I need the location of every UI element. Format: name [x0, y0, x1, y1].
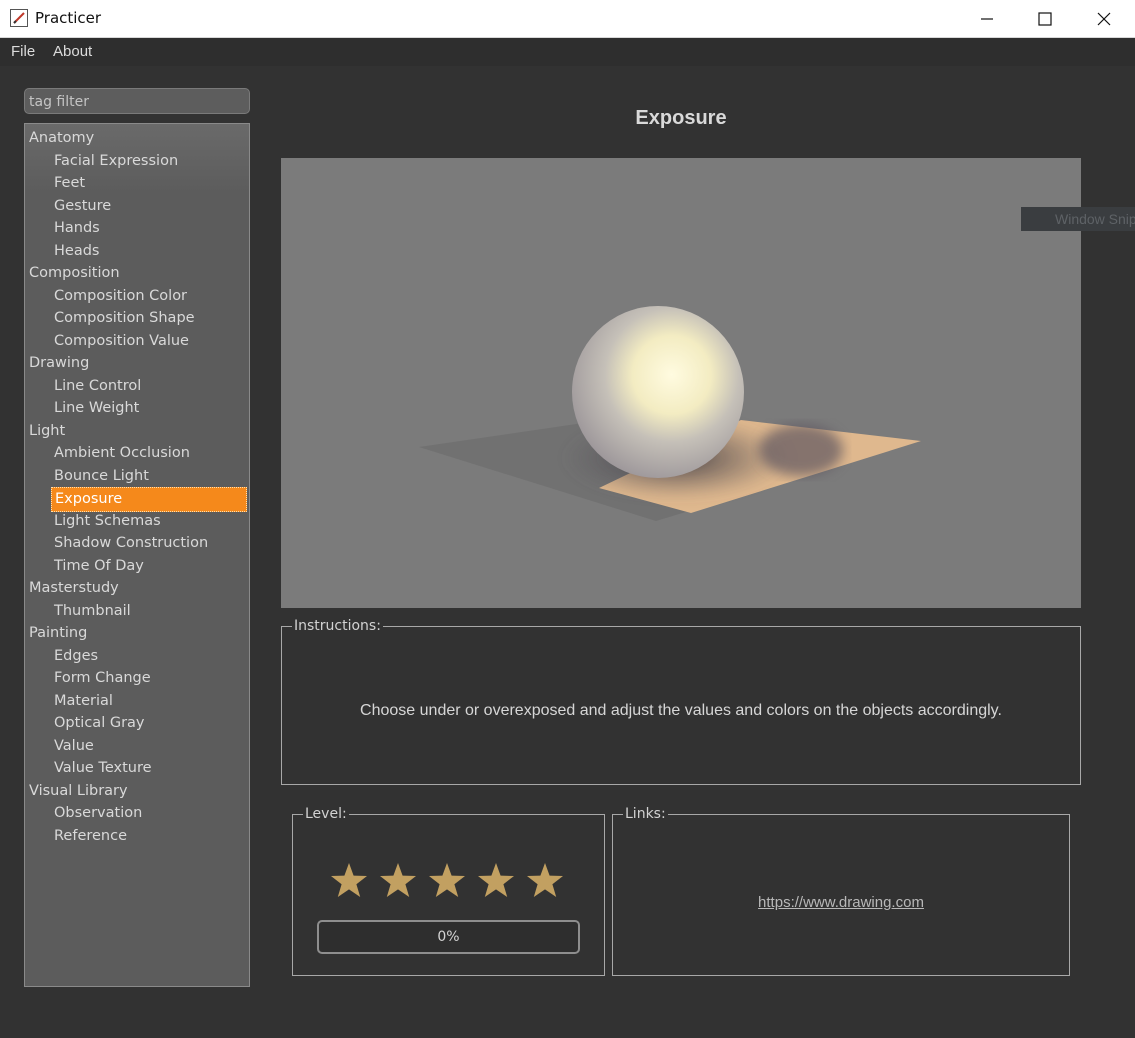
tree-item-label: Optical Gray	[54, 715, 145, 731]
progress-bar: 0%	[317, 920, 580, 954]
maximize-icon	[1038, 12, 1052, 26]
menu-about[interactable]: About	[53, 43, 92, 60]
level-label: Level:	[303, 806, 349, 822]
close-icon	[1097, 12, 1111, 26]
tree-item[interactable]: Bounce Light	[25, 465, 249, 488]
tree-item[interactable]: Composition Shape	[25, 307, 249, 330]
progress-text: 0%	[437, 929, 460, 945]
instructions-text: Choose under or overexposed and adjust t…	[360, 702, 1002, 719]
tree-item[interactable]: Optical Gray	[25, 712, 249, 735]
tree-item-label: Edges	[54, 647, 99, 664]
page-title: Exposure	[635, 107, 727, 129]
minimize-button[interactable]	[964, 0, 1010, 38]
tree-item[interactable]: Value Texture	[25, 757, 249, 780]
star-icon[interactable]	[330, 861, 368, 899]
tree-item-label: Thumbnail	[54, 602, 131, 619]
star-icon[interactable]	[379, 861, 417, 899]
tree-item-label: Material	[54, 692, 113, 709]
tree-item[interactable]: Heads	[25, 240, 249, 263]
maximize-button[interactable]	[1022, 0, 1068, 38]
tree-item-label: Value Texture	[54, 760, 152, 776]
star-icon[interactable]	[477, 861, 515, 899]
tree-item-label: Light	[29, 422, 66, 439]
preview-image	[281, 158, 1081, 608]
tree-item-label: Masterstudy	[29, 580, 119, 596]
tree-item-label: Exposure	[51, 487, 247, 512]
tree-item[interactable]: Thumbnail	[25, 600, 249, 623]
links-group: Links: https://www.drawing.com	[612, 806, 1070, 976]
tree-item-label: Hands	[54, 220, 100, 236]
reference-link[interactable]: https://www.drawing.com	[613, 894, 1069, 911]
menu-file[interactable]: File	[11, 43, 35, 60]
tree-item[interactable]: Composition Color	[25, 285, 249, 308]
star-icon[interactable]	[428, 861, 466, 899]
snip-text: Window Snip	[1055, 211, 1135, 227]
tree-item[interactable]: Facial Expression	[25, 150, 249, 173]
tree-item-label: Heads	[54, 242, 100, 259]
tree-item-label: Gesture	[54, 197, 112, 214]
tree-item-label: Line Control	[54, 377, 142, 394]
app-pencil-icon	[10, 9, 28, 27]
instructions-label: Instructions:	[292, 618, 383, 634]
tree-item-label: Drawing	[29, 355, 90, 371]
tree-item-label: Facial Expression	[54, 152, 179, 169]
tree-category[interactable]: Composition	[25, 262, 249, 285]
tag-tree[interactable]: Anatomy Facial Expression Feet Gesture Hands…	[24, 123, 250, 987]
tree-category[interactable]: Light	[25, 420, 249, 443]
window-snip-overlay: Window Snip	[1021, 207, 1135, 231]
tree-category[interactable]: Painting	[25, 622, 249, 645]
tree-item[interactable]: Form Change	[25, 667, 249, 690]
tree-item-label: Time Of Day	[54, 557, 144, 574]
tree-item[interactable]: Exposure	[25, 487, 249, 512]
level-group: Level: 0%	[292, 806, 605, 976]
tree-item[interactable]: Hands	[25, 217, 249, 240]
star-icon[interactable]	[526, 861, 564, 899]
tag-filter-input[interactable]: tag filter	[24, 88, 250, 114]
tree-item-label: Observation	[54, 805, 143, 821]
tree-item[interactable]: Line Weight	[25, 397, 249, 420]
tree-item[interactable]: Material	[25, 690, 249, 713]
menu-bar: File About	[0, 38, 1135, 66]
tree-item-label: Visual Library	[29, 782, 128, 799]
tree-item[interactable]: Gesture	[25, 195, 249, 218]
tree-item-label: Reference	[54, 827, 128, 844]
tree-item-label: Light Schemas	[54, 512, 161, 529]
tree-item[interactable]: Shadow Construction	[25, 532, 249, 555]
close-button[interactable]	[1081, 0, 1127, 38]
tree-category[interactable]: Anatomy	[25, 127, 249, 150]
links-label: Links:	[623, 806, 668, 822]
tree-item[interactable]: Light Schemas	[25, 510, 249, 533]
tree-category[interactable]: Drawing	[25, 352, 249, 375]
tree-item-label: Composition Color	[54, 287, 188, 304]
tree-item[interactable]: Feet	[25, 172, 249, 195]
tree-item[interactable]: Observation	[25, 802, 249, 825]
tree-item-label: Bounce Light	[54, 467, 149, 484]
tree-item-label: Value	[54, 737, 94, 754]
tree-category[interactable]: Masterstudy	[25, 577, 249, 600]
tree-item-label: Composition Value	[54, 332, 189, 349]
tree-item[interactable]: Time Of Day	[25, 555, 249, 578]
tree-item-label: Anatomy	[29, 130, 95, 146]
tree-item-label: Ambient Occlusion	[54, 445, 190, 461]
tree-item[interactable]: Composition Value	[25, 330, 249, 353]
tree-item[interactable]: Value	[25, 735, 249, 758]
tree-item-label: Painting	[29, 625, 88, 641]
tree-item[interactable]: Edges	[25, 645, 249, 668]
tree-item[interactable]: Reference	[25, 825, 249, 848]
minimize-icon	[981, 18, 993, 20]
tree-item-label: Shadow Construction	[54, 535, 209, 551]
tree-item-label: Composition	[29, 265, 120, 281]
tree-item-label: Form Change	[54, 670, 151, 686]
window-title: Practicer	[35, 9, 102, 27]
tree-category[interactable]: Visual Library	[25, 780, 249, 803]
tree-item-label: Feet	[54, 175, 86, 191]
title-bar: Practicer	[0, 0, 1135, 38]
tree-item-label: Composition Shape	[54, 310, 195, 326]
tree-item-label: Line Weight	[54, 400, 140, 416]
tree-item[interactable]: Line Control	[25, 375, 249, 398]
instructions-group: Instructions: Choose under or overexpose…	[281, 618, 1081, 785]
tree-item[interactable]: Ambient Occlusion	[25, 442, 249, 465]
